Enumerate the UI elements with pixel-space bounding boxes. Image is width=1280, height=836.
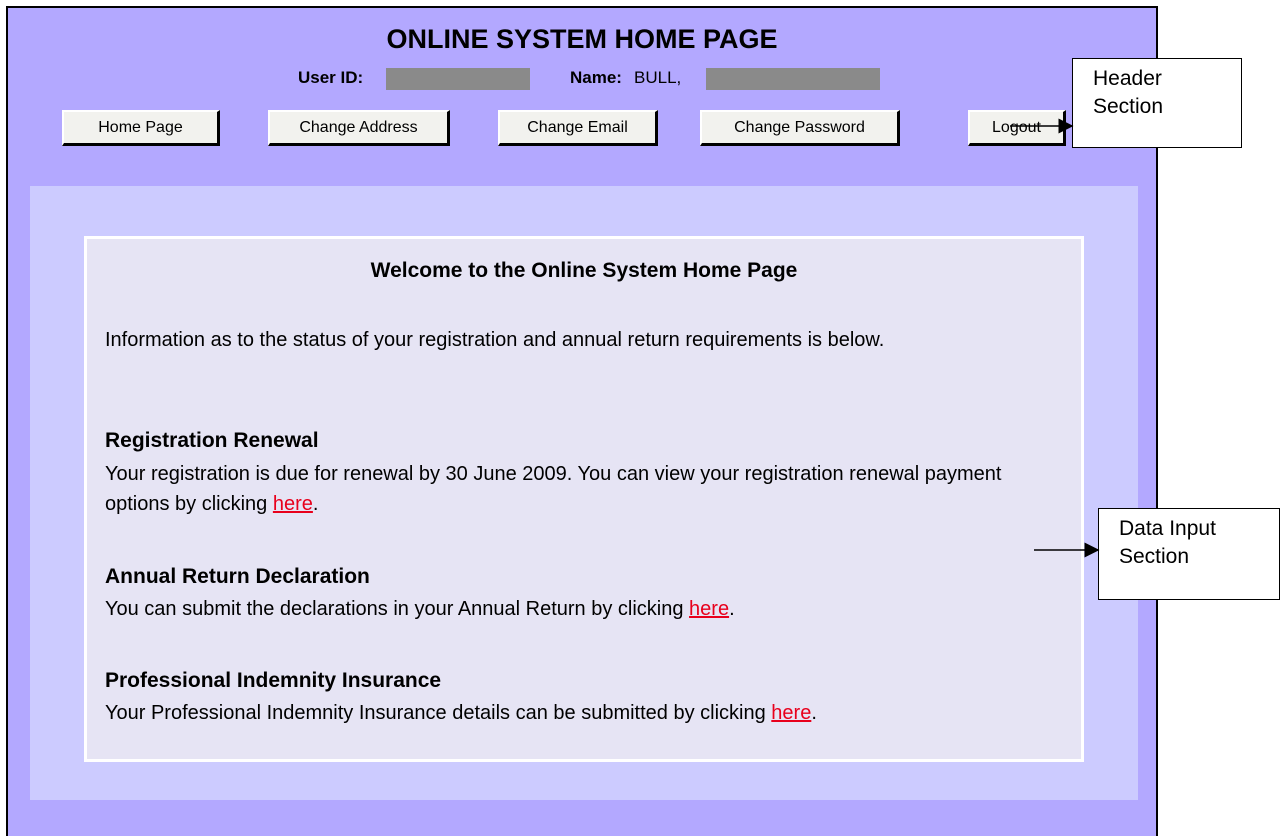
user-id-label: User ID: <box>298 68 364 87</box>
change-address-button[interactable]: Change Address <box>268 110 450 146</box>
content-panel: Welcome to the Online System Home Page I… <box>84 236 1084 762</box>
annual-return-suffix: . <box>729 598 735 620</box>
user-id-redacted <box>386 68 530 90</box>
registration-renewal-suffix: . <box>312 493 319 515</box>
registration-renewal-link[interactable]: here <box>273 493 313 515</box>
change-password-button[interactable]: Change Password <box>700 110 900 146</box>
logout-button[interactable]: Logout <box>968 110 1066 146</box>
change-email-button[interactable]: Change Email <box>498 110 658 146</box>
data-input-callout-line1: Data Input <box>1119 517 1216 540</box>
indemnity-insurance-body: Your Professional Indemnity Insurance de… <box>105 702 772 724</box>
registration-renewal-heading: Registration Renewal <box>105 429 319 452</box>
header-section-callout-line2: Section <box>1093 95 1164 118</box>
indemnity-insurance-link[interactable]: here <box>771 702 811 724</box>
header-section-callout-line1: Header <box>1093 67 1162 90</box>
registration-renewal-text: Your registration is due for renewal by … <box>105 459 1070 519</box>
name-redacted <box>706 68 880 90</box>
page-title: ONLINE SYSTEM HOME PAGE <box>386 24 778 54</box>
name-label: Name: <box>570 68 622 87</box>
indemnity-insurance-heading: Professional Indemnity Insurance <box>105 669 442 692</box>
intro-text: Information as to the status of your reg… <box>105 329 885 351</box>
annual-return-heading: Annual Return Declaration <box>105 565 370 588</box>
welcome-heading: Welcome to the Online System Home Page <box>370 259 798 282</box>
registration-renewal-body: Your registration is due for renewal by … <box>105 463 1002 515</box>
indemnity-insurance-text: Your Professional Indemnity Insurance de… <box>105 698 1070 728</box>
indemnity-insurance-suffix: . <box>811 702 817 724</box>
name-value: BULL, <box>634 68 682 87</box>
annual-return-link[interactable]: here <box>689 598 729 620</box>
data-input-callout-line2: Section <box>1119 545 1190 568</box>
home-page-button[interactable]: Home Page <box>62 110 220 146</box>
annual-return-body: You can submit the declarations in your … <box>105 598 690 620</box>
data-input-section-callout: Data Input Section <box>1098 508 1280 600</box>
annual-return-text: You can submit the declarations in your … <box>105 594 1070 624</box>
user-info-row: User ID: Name: BULL, <box>6 68 1158 92</box>
header-section-callout: Header Section <box>1072 58 1242 148</box>
